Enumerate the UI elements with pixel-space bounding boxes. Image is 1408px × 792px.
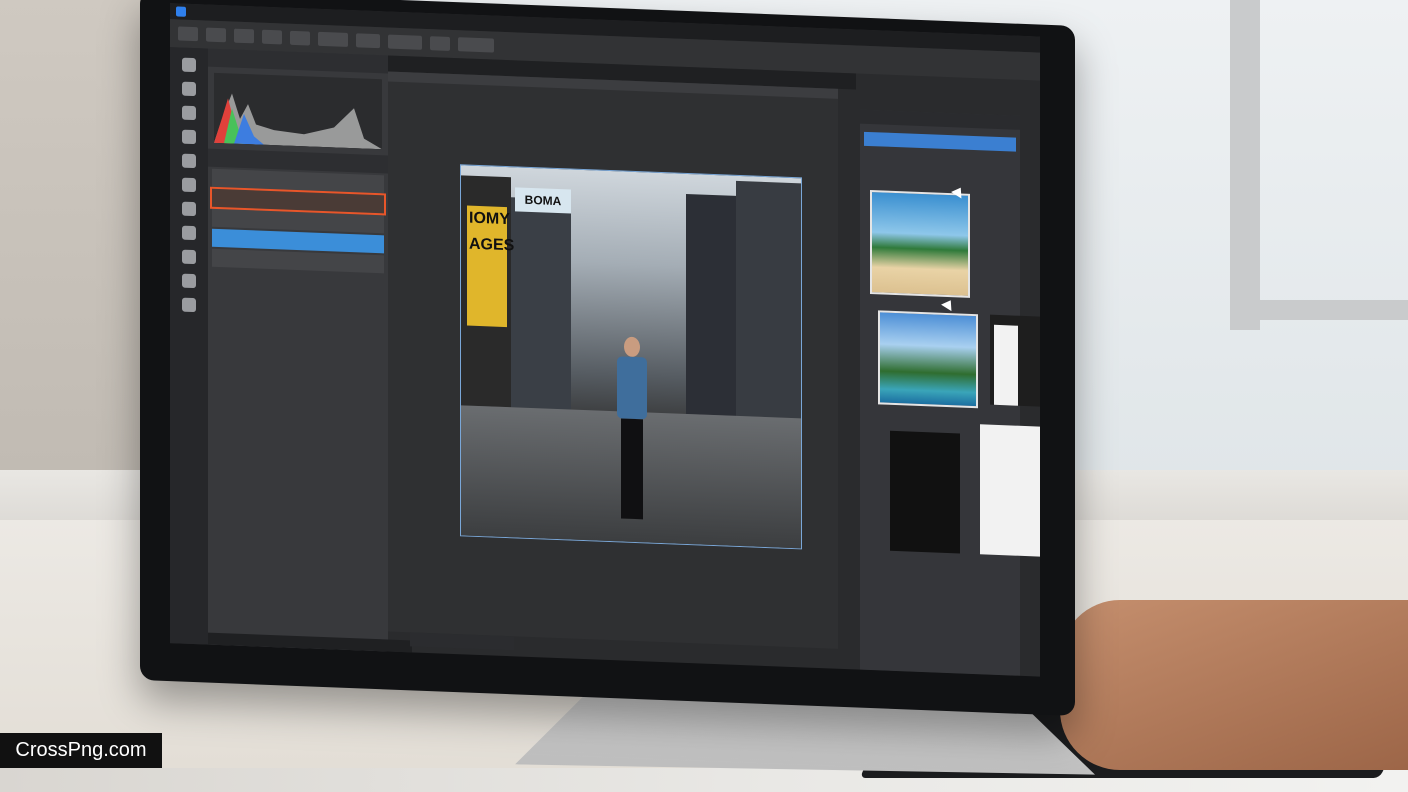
lasso-icon[interactable] bbox=[206, 27, 226, 43]
denim-jacket bbox=[617, 356, 647, 420]
crop-tool-icon[interactable] bbox=[182, 225, 196, 241]
hand-tool-icon[interactable] bbox=[182, 273, 196, 289]
histogram-graph bbox=[214, 93, 382, 150]
mountain-thumbnail[interactable] bbox=[878, 310, 978, 409]
brush-tool-icon[interactable] bbox=[182, 129, 196, 145]
lasso-tool-icon[interactable] bbox=[182, 105, 196, 121]
building bbox=[511, 197, 571, 410]
eyedropper-tool-icon[interactable] bbox=[182, 297, 196, 313]
building bbox=[736, 180, 801, 419]
eyedropper-icon[interactable] bbox=[262, 29, 282, 45]
app-logo-icon bbox=[176, 6, 186, 17]
move-tool-icon[interactable] bbox=[182, 57, 196, 73]
tools-panel bbox=[170, 47, 208, 649]
brush-icon[interactable] bbox=[178, 26, 198, 42]
panel-tabs[interactable] bbox=[860, 109, 1020, 130]
billboard: IOMY AGES bbox=[467, 205, 515, 328]
selected-row[interactable] bbox=[864, 131, 1016, 152]
photo-canvas[interactable]: IOMY AGES BOMA bbox=[460, 164, 802, 550]
window-frame bbox=[1260, 300, 1408, 320]
billboard: BOMA bbox=[515, 187, 571, 214]
status-tab[interactable] bbox=[410, 632, 514, 651]
billboard-text: AGES bbox=[469, 235, 515, 255]
zoom-tool-icon[interactable] bbox=[182, 249, 196, 265]
monitor: IOMY AGES BOMA bbox=[140, 0, 1075, 791]
person-head bbox=[624, 336, 640, 358]
marquee-tool-icon[interactable] bbox=[182, 81, 196, 97]
user-hand bbox=[1060, 600, 1408, 770]
option-button[interactable] bbox=[388, 34, 422, 50]
option-button[interactable] bbox=[430, 36, 450, 51]
layer-row[interactable] bbox=[212, 248, 384, 274]
beach-thumbnail[interactable] bbox=[870, 190, 970, 298]
mouse-cursor-icon bbox=[941, 297, 956, 312]
left-panel bbox=[208, 48, 388, 656]
pen-tool-icon[interactable] bbox=[182, 177, 196, 193]
option-button[interactable] bbox=[318, 31, 348, 47]
white-backdrop-thumbnail[interactable] bbox=[980, 424, 1040, 557]
window-frame bbox=[1230, 0, 1260, 330]
histogram bbox=[214, 72, 382, 150]
option-button[interactable] bbox=[458, 37, 494, 53]
screen: IOMY AGES BOMA bbox=[170, 3, 1040, 677]
building bbox=[686, 193, 736, 416]
eraser-icon[interactable] bbox=[290, 30, 310, 46]
option-button[interactable] bbox=[356, 33, 380, 49]
black-jeans bbox=[621, 418, 643, 520]
right-panel bbox=[860, 109, 1040, 676]
eraser-tool-icon[interactable] bbox=[182, 153, 196, 169]
clone-tool-icon[interactable] bbox=[182, 201, 196, 217]
woman-standing bbox=[617, 336, 647, 527]
monitor-bezel: IOMY AGES BOMA bbox=[140, 0, 1075, 716]
billboard-text: IOMY bbox=[469, 209, 510, 229]
white-backdrop bbox=[994, 324, 1018, 406]
black-backdrop-thumbnail[interactable] bbox=[890, 430, 960, 554]
watermark: CrossPng.com bbox=[0, 733, 162, 768]
crop-icon[interactable] bbox=[234, 28, 254, 44]
